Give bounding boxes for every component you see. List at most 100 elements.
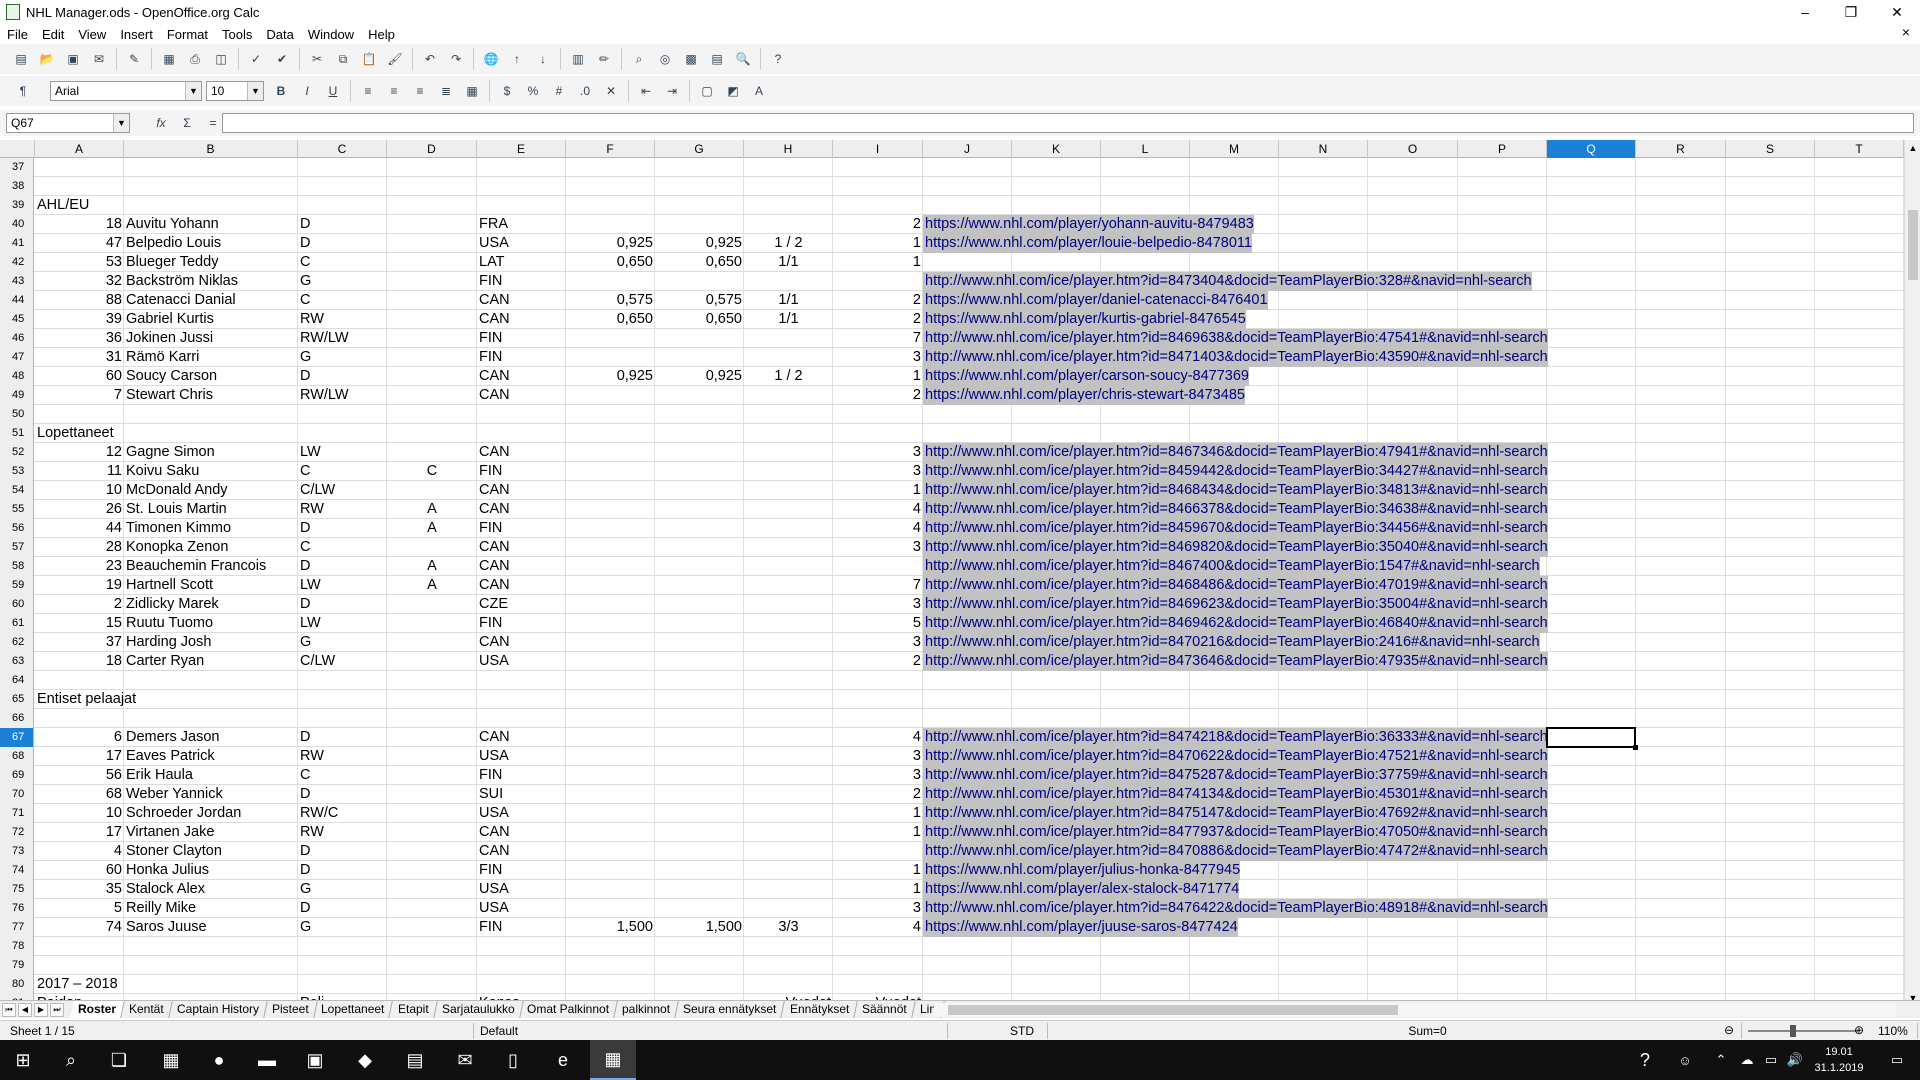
chevron-down-icon[interactable]: ▼: [185, 82, 201, 100]
cell-b[interactable]: Reilly Mike: [124, 899, 298, 918]
cell-i[interactable]: 1: [833, 880, 923, 899]
cell-b[interactable]: Stoner Clayton: [124, 842, 298, 861]
cell-i[interactable]: 4: [833, 728, 923, 747]
cell-c[interactable]: LW: [298, 576, 387, 595]
row-header[interactable]: 47: [0, 348, 34, 367]
cell-a[interactable]: 44: [35, 519, 124, 538]
player-url-cell[interactable]: http://www.nhl.com/ice/player.htm?id=846…: [923, 538, 1548, 557]
redo-icon[interactable]: ↷: [445, 48, 467, 70]
column-header-c[interactable]: C: [298, 140, 387, 158]
align-left-icon[interactable]: ≡: [357, 80, 379, 102]
copy-icon[interactable]: ⧉: [332, 48, 354, 70]
column-header-q[interactable]: Q: [1547, 140, 1636, 158]
store-icon[interactable]: ▣: [292, 1040, 338, 1080]
cell-i[interactable]: 1: [833, 823, 923, 842]
row-header[interactable]: 79: [0, 956, 34, 975]
section-label[interactable]: Lopettaneet: [35, 424, 114, 443]
cell-e[interactable]: FIN: [477, 348, 566, 367]
row-header[interactable]: 58: [0, 557, 34, 576]
cell-e[interactable]: USA: [477, 747, 566, 766]
zoom-out-icon[interactable]: ⊖: [1724, 1023, 1734, 1037]
calculator-icon[interactable]: ▦: [148, 1040, 194, 1080]
cell-e[interactable]: FIN: [477, 766, 566, 785]
cell-b[interactable]: Gabriel Kurtis: [124, 310, 298, 329]
cell-i[interactable]: 1: [833, 253, 923, 272]
player-url-cell[interactable]: http://www.nhl.com/ice/player.htm?id=846…: [923, 576, 1548, 595]
player-url-cell[interactable]: http://www.nhl.com/ice/player.htm?id=846…: [923, 443, 1548, 462]
cell-a[interactable]: 28: [35, 538, 124, 557]
player-url-cell[interactable]: http://www.nhl.com/ice/player.htm?id=847…: [923, 728, 1548, 747]
cell-e[interactable]: FIN: [477, 918, 566, 937]
cell-i[interactable]: 3: [833, 595, 923, 614]
row-header[interactable]: 70: [0, 785, 34, 804]
menu-window[interactable]: Window: [301, 27, 361, 42]
cell-b[interactable]: Demers Jason: [124, 728, 298, 747]
cell-b[interactable]: Beauchemin Francois: [124, 557, 298, 576]
row-header[interactable]: 42: [0, 253, 34, 272]
cell-i[interactable]: 3: [833, 538, 923, 557]
cell-i[interactable]: 1: [833, 234, 923, 253]
player-url-cell[interactable]: http://www.nhl.com/ice/player.htm?id=847…: [923, 804, 1548, 823]
column-header-l[interactable]: L: [1101, 140, 1190, 158]
task-view-icon[interactable]: ❏: [96, 1040, 142, 1080]
formula-input[interactable]: [222, 113, 1914, 133]
column-header-i[interactable]: I: [833, 140, 923, 158]
cell-e[interactable]: CAN: [477, 291, 566, 310]
sort-descending-icon[interactable]: ↓: [532, 48, 554, 70]
cell-a[interactable]: 7: [35, 386, 124, 405]
player-url-cell[interactable]: http://www.nhl.com/ice/player.htm?id=847…: [923, 785, 1548, 804]
sheet-tab[interactable]: Omat Palkinnot: [519, 1001, 619, 1018]
cell-b[interactable]: Harding Josh: [124, 633, 298, 652]
sheet-tab[interactable]: Sarjataulukko: [433, 1001, 524, 1018]
cell-i[interactable]: 7: [833, 576, 923, 595]
cell-b[interactable]: Virtanen Jake: [124, 823, 298, 842]
menu-tools[interactable]: Tools: [215, 27, 259, 42]
column-header-m[interactable]: M: [1190, 140, 1279, 158]
cell-c[interactable]: C: [298, 291, 387, 310]
cell-g[interactable]: 0,925: [655, 367, 744, 386]
row-header[interactable]: 75: [0, 880, 34, 899]
gallery-icon[interactable]: ▩: [680, 48, 702, 70]
cell-e[interactable]: CAN: [477, 386, 566, 405]
zoom-slider-knob[interactable]: [1790, 1025, 1796, 1037]
cell-e[interactable]: USA: [477, 880, 566, 899]
first-sheet-icon[interactable]: ⏮: [2, 1002, 16, 1017]
player-url-cell[interactable]: http://www.nhl.com/ice/player.htm?id=846…: [923, 595, 1548, 614]
cell-e[interactable]: FRA: [477, 215, 566, 234]
cell-b[interactable]: Hartnell Scott: [124, 576, 298, 595]
player-url-cell[interactable]: http://www.nhl.com/ice/player.htm?id=847…: [923, 633, 1540, 652]
cell-e[interactable]: CAN: [477, 443, 566, 462]
row-header[interactable]: 50: [0, 405, 34, 424]
system-clock[interactable]: 19.01 31.1.2019: [1804, 1044, 1874, 1076]
horizontal-scrollbar[interactable]: [934, 1003, 1896, 1017]
cell-b[interactable]: Stalock Alex: [124, 880, 298, 899]
fill-handle[interactable]: [1633, 745, 1638, 750]
cell-c[interactable]: RW: [298, 823, 387, 842]
cell-c[interactable]: D: [298, 595, 387, 614]
cell-b[interactable]: Auvitu Yohann: [124, 215, 298, 234]
row-header[interactable]: 48: [0, 367, 34, 386]
font-name-combo[interactable]: Arial ▼: [50, 81, 202, 101]
close-document-icon[interactable]: ×: [1902, 24, 1910, 40]
menu-edit[interactable]: Edit: [35, 27, 71, 42]
save-icon[interactable]: ▣: [62, 48, 84, 70]
player-url-cell[interactable]: https://www.nhl.com/player/louie-belpedi…: [923, 234, 1252, 253]
increase-indent-icon[interactable]: ⇥: [661, 80, 683, 102]
cell-a[interactable]: 6: [35, 728, 124, 747]
cell-g[interactable]: 0,575: [655, 291, 744, 310]
cell-e[interactable]: LAT: [477, 253, 566, 272]
cell-i[interactable]: 2: [833, 310, 923, 329]
section-label[interactable]: Entiset pelaajat: [35, 690, 136, 709]
column-header-h[interactable]: H: [744, 140, 833, 158]
cell-a[interactable]: 10: [35, 481, 124, 500]
row-header[interactable]: 40: [0, 215, 34, 234]
row-header[interactable]: 44: [0, 291, 34, 310]
show-hidden-icons-icon[interactable]: ⌃: [1710, 1040, 1732, 1080]
sheet-tab[interactable]: Ennätykset: [781, 1001, 858, 1018]
cell-i[interactable]: 2: [833, 785, 923, 804]
cell-c[interactable]: RW/LW: [298, 329, 387, 348]
player-url-cell[interactable]: https://www.nhl.com/player/juuse-saros-8…: [923, 918, 1238, 937]
navigator-icon[interactable]: ◎: [654, 48, 676, 70]
windows-start-icon[interactable]: ⊞: [0, 1040, 46, 1080]
zoom-icon[interactable]: 🔍: [732, 48, 754, 70]
